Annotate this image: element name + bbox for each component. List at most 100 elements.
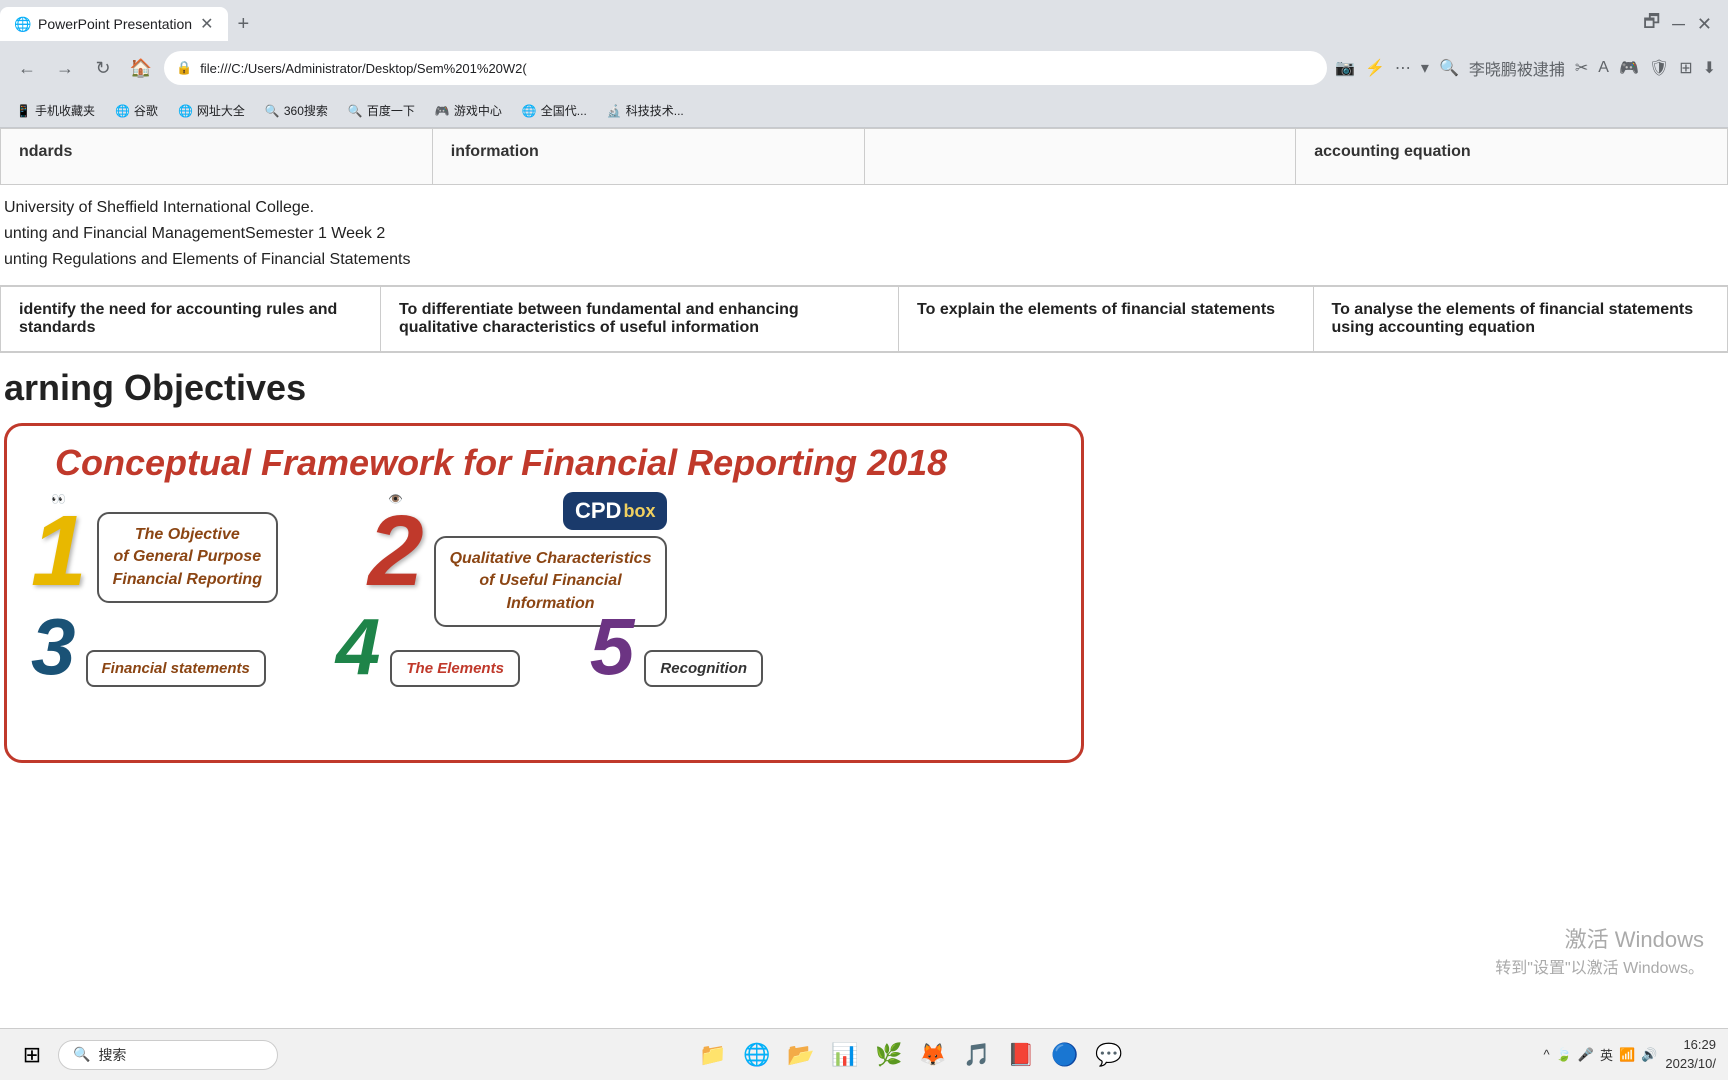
section-title: arning Objectives [4, 351, 306, 418]
taskbar-explorer[interactable]: 📂 [781, 1035, 821, 1075]
bookmark-baidu[interactable]: 🔍 百度一下 [340, 100, 423, 121]
obj2-text: To differentiate between fundamental and… [399, 301, 799, 336]
table-header-row: ndards information accounting equation [1, 129, 1728, 185]
start-button[interactable]: ⊞ [12, 1035, 52, 1075]
secure-icon: 🔒 [176, 60, 192, 76]
objectives-content-table: identify the need for accounting rules a… [0, 285, 1728, 353]
figure-5: 5 Recognition [590, 607, 763, 687]
search-icon: 🔍 [73, 1046, 90, 1063]
cpd-title-area: Conceptual Framework for Financial Repor… [7, 426, 1081, 484]
input-method[interactable]: 英 [1600, 1045, 1613, 1064]
tab-title: PowerPoint Presentation [38, 16, 192, 32]
screenshot-icon[interactable]: 📷 [1335, 58, 1355, 78]
objectives-table-header: ndards information accounting equation [0, 128, 1728, 185]
toolbar-icons: 📷 ⚡ ⋯ ▾ 🔍 李晓鹏被逮捕 ✂ A 🎮 🛡 ⊞ ⬇ [1335, 56, 1716, 80]
char5-number: 5 [590, 607, 635, 687]
taskbar: ⊞ 🔍 搜索 📁 🌐 📂 📊 🌿 🦊 🎵 📕 🔵 💬 ^ 🍃 🎤 英 📶 🔊 1… [0, 1028, 1728, 1080]
taskbar-search[interactable]: 🔍 搜索 [58, 1040, 278, 1070]
close-window-button[interactable]: ✕ [1697, 14, 1712, 35]
clock[interactable]: 16:29 2023/10/ [1665, 1036, 1716, 1072]
windows-watermark: 激活 Windows 转到"设置"以激活 Windows。 [1495, 922, 1704, 978]
taskbar-excel[interactable]: 📊 [825, 1035, 865, 1075]
time-display: 16:29 [1665, 1036, 1716, 1054]
grid-icon[interactable]: ⊞ [1679, 58, 1692, 78]
char5-label: Recognition [644, 650, 763, 687]
date-display: 2023/10/ [1665, 1055, 1716, 1073]
char3-number: 3 [31, 607, 76, 687]
course-text: unting and Financial ManagementSemester … [4, 221, 1710, 247]
taskbar-app2[interactable]: 🎵 [957, 1035, 997, 1075]
bookmark-national[interactable]: 🌐 全国代... [514, 100, 595, 121]
game-icon[interactable]: 🎮 [1619, 58, 1639, 78]
obj1-cell: identify the need for accounting rules a… [1, 286, 381, 352]
tray-arrow[interactable]: ^ [1544, 1047, 1550, 1062]
cpd-title: Conceptual Framework for Financial Repor… [31, 424, 971, 493]
taskbar-right: ^ 🍃 🎤 英 📶 🔊 16:29 2023/10/ [1544, 1036, 1716, 1072]
bookmark-google[interactable]: 🌐 谷歌 [107, 100, 166, 121]
char3-label: Financial statements [86, 650, 266, 687]
tab-bar: 🌐 PowerPoint Presentation ✕ + 🗗 ─ ✕ [0, 0, 1728, 42]
shield-icon[interactable]: 🛡 [1649, 58, 1669, 78]
figure-3: 3 Financial statements [31, 607, 266, 687]
refresh-button[interactable]: ↻ [88, 53, 118, 83]
char1-col: 👀 1 [31, 492, 87, 596]
university-text: University of Sheffield International Co… [4, 195, 1710, 221]
taskbar-app4[interactable]: 💬 [1089, 1035, 1129, 1075]
search-icon[interactable]: 🔍 [1439, 58, 1459, 78]
taskbar-center: 📁 🌐 📂 📊 🌿 🦊 🎵 📕 🔵 💬 [284, 1035, 1538, 1075]
col1-header: ndards [1, 129, 433, 185]
forward-button[interactable]: → [50, 53, 80, 83]
taskbar-edge[interactable]: 🌐 [737, 1035, 777, 1075]
obj2-cell: To differentiate between fundamental and… [380, 286, 898, 352]
taskbar-browser[interactable]: 🦊 [913, 1035, 953, 1075]
bookmark-web[interactable]: 🌐 网址大全 [170, 100, 253, 121]
wifi-icon[interactable]: 📶 [1619, 1047, 1635, 1063]
window-controls: 🗗 ─ ✕ [1643, 9, 1728, 39]
obj3-text: To explain the elements of financial sta… [917, 301, 1275, 318]
more-icon[interactable]: ⋯ [1395, 58, 1411, 78]
browser-chrome: 🌐 PowerPoint Presentation ✕ + 🗗 ─ ✕ ← → … [0, 0, 1728, 128]
figure-1: 👀 1 The Objective of General Purpose Fin… [31, 492, 278, 603]
bookmark-tech[interactable]: 🔬 科技技术... [599, 100, 692, 121]
dropdown-icon[interactable]: ▾ [1421, 58, 1429, 78]
tray-mic[interactable]: 🎤 [1578, 1047, 1594, 1063]
active-tab[interactable]: 🌐 PowerPoint Presentation ✕ [0, 7, 228, 41]
char4-number: 4 [336, 607, 381, 687]
scissors-icon[interactable]: ✂ [1575, 58, 1588, 78]
new-tab-button[interactable]: + [228, 9, 260, 40]
bookmark-game[interactable]: 🎮 游戏中心 [427, 100, 510, 121]
url-input-box[interactable]: 🔒 file:///C:/Users/Administrator/Desktop… [164, 51, 1327, 85]
cpd-logo: CPDbox [563, 492, 667, 530]
cpd-image-area: Conceptual Framework for Financial Repor… [4, 423, 1084, 763]
extension-icon[interactable]: ⚡ [1365, 58, 1385, 78]
tray-leaf[interactable]: 🍃 [1556, 1047, 1572, 1063]
info-section: University of Sheffield International Co… [0, 185, 1728, 273]
char1-number: 1 [31, 506, 87, 596]
taskbar-powerpoint[interactable]: 📕 [1001, 1035, 1041, 1075]
box1-label: The Objective of General Purpose Financi… [97, 512, 278, 603]
volume-icon[interactable]: 🔊 [1641, 1047, 1657, 1063]
taskbar-file-manager[interactable]: 📁 [693, 1035, 733, 1075]
minimize-button[interactable]: 🗗 [1643, 9, 1660, 39]
figure-4: 4 The Elements [336, 607, 520, 687]
download-icon[interactable]: ⬇ [1703, 58, 1716, 78]
topic-text: unting Regulations and Elements of Finan… [4, 247, 1710, 273]
tab-favicon: 🌐 [14, 16, 30, 32]
maximize-button[interactable]: ─ [1672, 14, 1685, 35]
taskbar-app1[interactable]: 🌿 [869, 1035, 909, 1075]
search-text: 李晓鹏被逮捕 [1469, 56, 1565, 80]
home-button[interactable]: 🏠 [126, 53, 156, 83]
col3-header [864, 129, 1296, 185]
bookmarks-bar: 📱 手机收藏夹 🌐 谷歌 🌐 网址大全 🔍 360搜索 🔍 百度一下 🎮 游戏中… [0, 94, 1728, 128]
obj4-cell: To analyse the elements of financial sta… [1313, 286, 1728, 352]
col2-header: information [432, 129, 864, 185]
tab-close-button[interactable]: ✕ [200, 14, 213, 34]
bookmark-mobile[interactable]: 📱 手机收藏夹 [8, 100, 103, 121]
obj3-cell: To explain the elements of financial sta… [899, 286, 1313, 352]
section-title-container: arning Objectives [0, 353, 1728, 419]
back-button[interactable]: ← [12, 53, 42, 83]
translate-icon[interactable]: A [1598, 59, 1609, 77]
bookmark-360[interactable]: 🔍 360搜索 [257, 100, 336, 121]
taskbar-app3[interactable]: 🔵 [1045, 1035, 1085, 1075]
objectives-row: identify the need for accounting rules a… [1, 286, 1728, 352]
